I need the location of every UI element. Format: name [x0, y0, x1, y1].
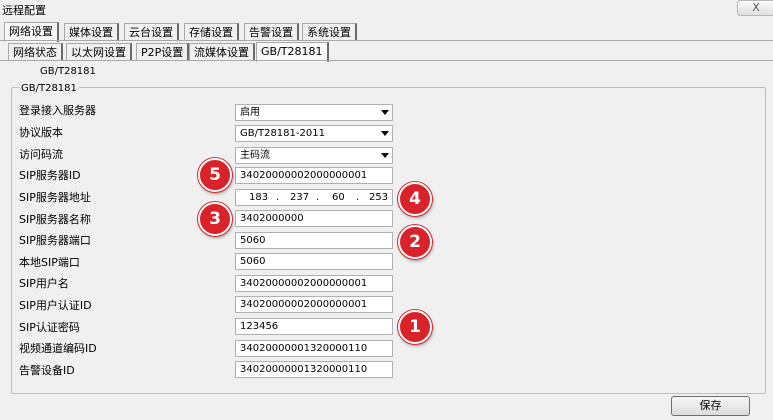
video-channel-input[interactable]: 34020000001320000110 — [235, 340, 393, 357]
sip-password-input[interactable]: 123456 — [235, 318, 393, 335]
tab-storage-settings[interactable]: 存储设置 — [184, 23, 239, 41]
close-icon: X — [752, 1, 760, 14]
tab-media-settings[interactable]: 媒体设置 — [64, 23, 119, 41]
stream-select[interactable]: 主码流 — [235, 147, 393, 164]
protocol-select[interactable]: GB/T28181-2011 — [235, 125, 393, 142]
protocol-label: 协议版本 — [19, 126, 63, 139]
page-title: GB/T28181 — [40, 66, 96, 77]
sip-server-port-input[interactable]: 5060 — [235, 232, 393, 249]
group-title: GB/T28181 — [19, 83, 79, 94]
register-select-value: 启用 — [240, 107, 260, 118]
tab-streaming-settings[interactable]: 流媒体设置 — [189, 43, 255, 61]
sip-server-id-input[interactable]: 34020000002000000001 — [235, 167, 393, 184]
annotation-badge-2: 2 — [398, 225, 432, 259]
tab-ptz-settings[interactable]: 云台设置 — [124, 23, 179, 41]
sip-auth-id-label: SIP用户认证ID — [19, 299, 92, 312]
alarm-device-input[interactable]: 34020000001320000110 — [235, 361, 393, 378]
window-title: 远程配置 — [2, 4, 46, 17]
sip-username-input[interactable]: 34020000002000000001 — [235, 275, 393, 292]
sip-server-name-label: SIP服务器名称 — [19, 213, 91, 226]
sip-username-label: SIP用户名 — [19, 277, 69, 290]
chevron-down-icon — [381, 153, 389, 158]
ip-octet-2: 237 — [290, 192, 310, 203]
stream-select-value: 主码流 — [240, 150, 270, 161]
ip-octet-4: 253 — [369, 192, 389, 203]
annotation-badge-4: 4 — [398, 182, 432, 216]
stream-label: 访问码流 — [19, 148, 63, 161]
ip-dot: . — [316, 192, 320, 203]
annotation-badge-1: 1 — [398, 310, 432, 344]
sip-server-addr-input[interactable]: 183 . 237 . 60 . 253 — [235, 189, 393, 206]
sip-server-id-label: SIP服务器ID — [19, 169, 81, 182]
ip-dot: . — [356, 192, 360, 203]
sip-password-label: SIP认证密码 — [19, 321, 80, 334]
divider — [0, 60, 773, 61]
tab-network-status[interactable]: 网络状态 — [8, 43, 63, 61]
annotation-badge-3: 3 — [198, 202, 232, 236]
tab-alarm-settings[interactable]: 告警设置 — [244, 23, 299, 41]
protocol-select-value: GB/T28181-2011 — [240, 128, 325, 139]
divider — [0, 40, 773, 41]
save-button[interactable]: 保存 — [671, 396, 750, 416]
tab-p2p-settings[interactable]: P2P设置 — [136, 43, 190, 61]
annotation-badge-5: 5 — [198, 158, 232, 192]
ip-octet-1: 183 — [249, 192, 269, 203]
sip-server-port-label: SIP服务器端口 — [19, 234, 91, 247]
local-sip-port-label: 本地SIP端口 — [19, 256, 80, 269]
ip-octet-3: 60 — [332, 192, 345, 203]
tab-gbt28181[interactable]: GB/T28181 — [256, 42, 329, 62]
alarm-device-label: 告警设备ID — [19, 364, 75, 377]
register-select[interactable]: 启用 — [235, 104, 393, 121]
video-channel-label: 视频通道编码ID — [19, 342, 97, 355]
tab-network-settings[interactable]: 网络设置 — [4, 22, 59, 42]
tab-system-settings[interactable]: 系统设置 — [302, 23, 357, 41]
register-label: 登录接入服务器 — [19, 104, 96, 117]
sip-server-name-input[interactable]: 3402000000 — [235, 210, 393, 227]
sip-server-addr-label: SIP服务器地址 — [19, 191, 91, 204]
ip-dot: . — [276, 192, 280, 203]
chevron-down-icon — [381, 131, 389, 136]
local-sip-port-input[interactable]: 5060 — [235, 253, 393, 270]
tab-ethernet-settings[interactable]: 以太网设置 — [66, 43, 132, 61]
close-button[interactable]: X — [737, 0, 773, 16]
title-bar: 远程配置 X — [0, 0, 773, 18]
chevron-down-icon — [381, 110, 389, 115]
sip-auth-id-input[interactable]: 34020000002000000001 — [235, 296, 393, 313]
